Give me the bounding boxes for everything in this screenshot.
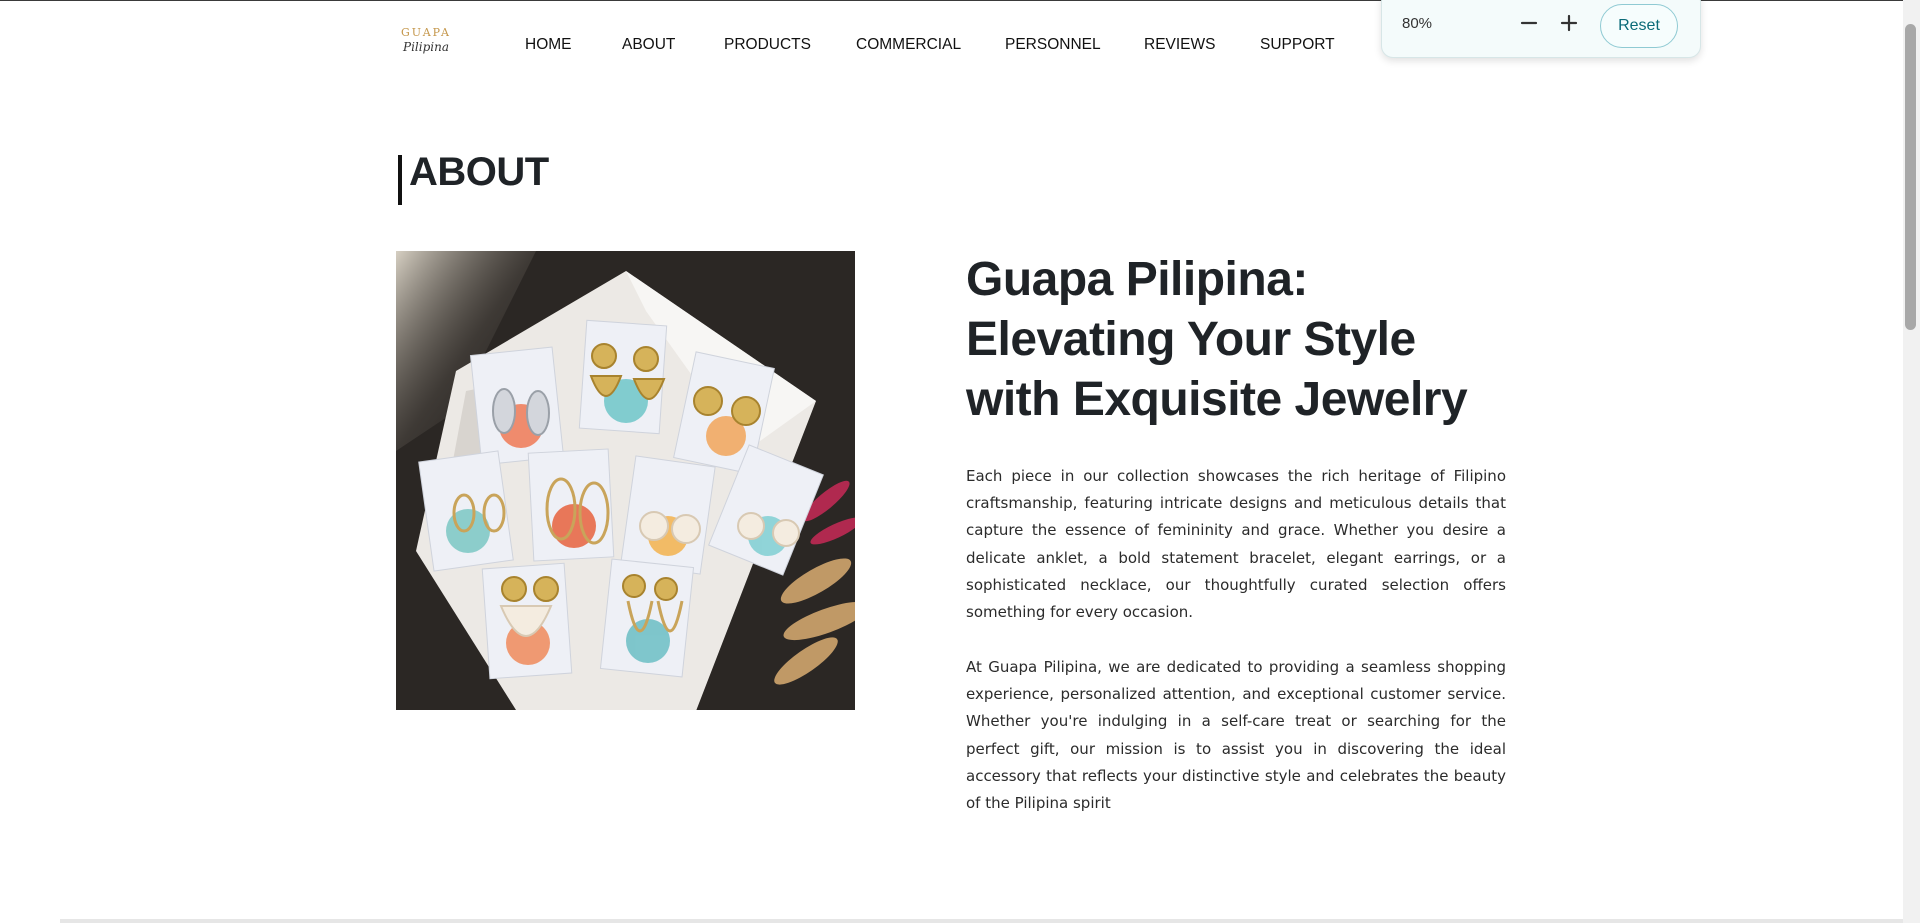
horizontal-scrollbar [60, 919, 1903, 923]
about-headline: Guapa Pilipina: Elevating Your Style wit… [966, 253, 1468, 426]
nav-about[interactable]: ABOUT [622, 36, 675, 54]
minus-icon [1515, 9, 1543, 37]
zoom-in-button[interactable] [1555, 9, 1583, 37]
zoom-out-button[interactable] [1515, 9, 1543, 37]
section-title: ABOUT [409, 150, 549, 194]
about-paragraph-2: At Guapa Pilipina, we are dedicated to p… [966, 658, 1506, 813]
jewelry-photo [396, 251, 855, 710]
section-title-accent [398, 155, 402, 205]
nav-personnel[interactable]: PERSONNEL [1005, 36, 1101, 54]
zoom-reset-button[interactable]: Reset [1600, 4, 1678, 48]
logo-wordmark-script: Pilipina [403, 40, 449, 54]
about-paragraph-1: Each piece in our collection showcases t… [966, 467, 1506, 622]
scrollbar-thumb[interactable] [1905, 24, 1916, 330]
nav-products[interactable]: PRODUCTS [724, 36, 811, 54]
nav-commercial[interactable]: COMMERCIAL [856, 36, 961, 54]
zoom-level: 80% [1402, 15, 1433, 32]
brand-logo[interactable]: GUAPA Pilipina [398, 26, 454, 62]
nav-home[interactable]: HOME [525, 36, 572, 54]
plus-icon [1555, 9, 1583, 37]
zoom-popup: 80% Reset [1381, 0, 1701, 58]
nav-support[interactable]: SUPPORT [1260, 36, 1335, 54]
nav-reviews[interactable]: REVIEWS [1144, 36, 1215, 54]
logo-wordmark-top: GUAPA [401, 26, 451, 39]
